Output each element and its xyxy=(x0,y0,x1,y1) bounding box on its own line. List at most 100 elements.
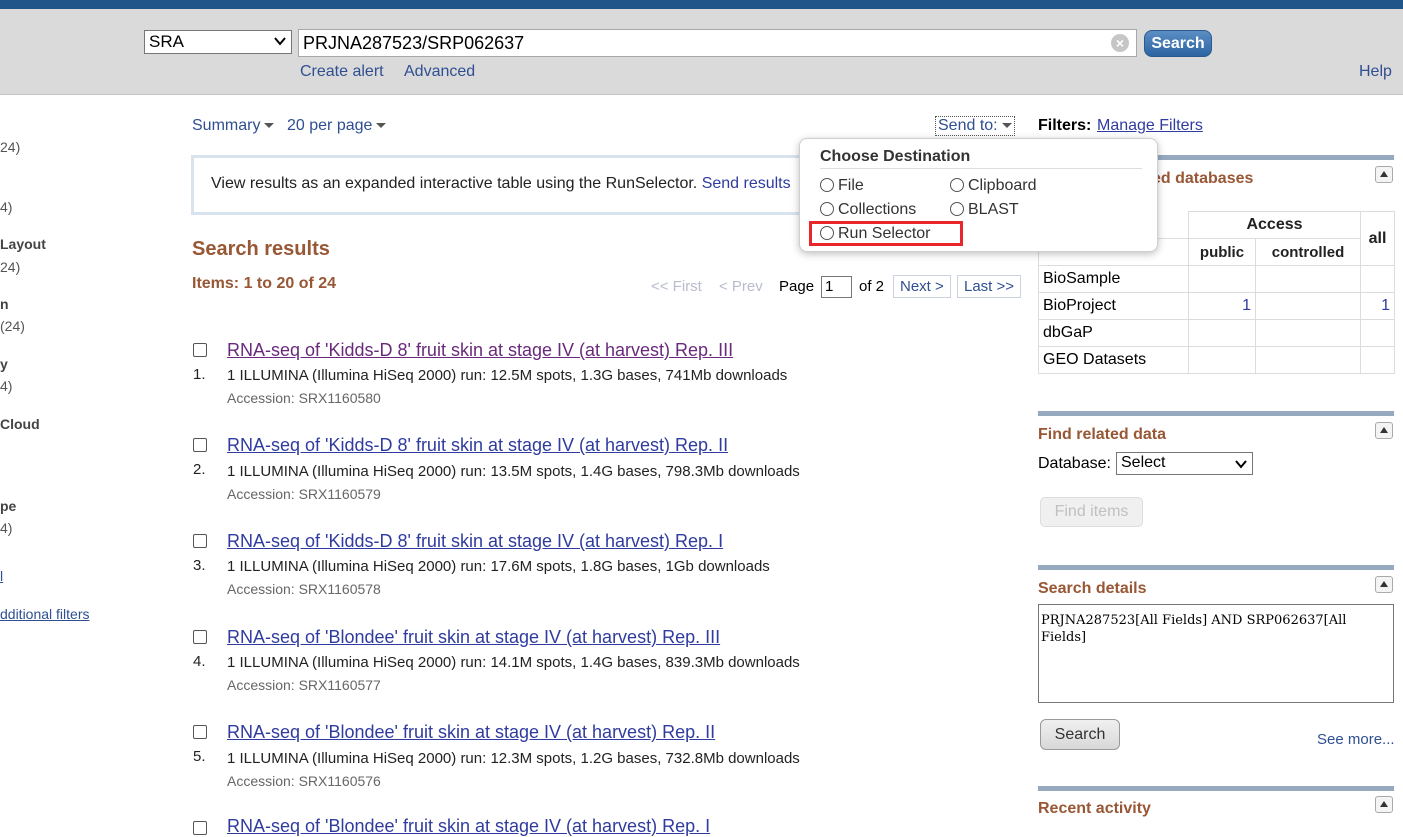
run-selector-highlight-box xyxy=(809,221,963,246)
result-accession: Accession: SRX1160576 xyxy=(227,773,381,789)
result-title-link[interactable]: RNA-seq of 'Blondee' fruit skin at stage… xyxy=(227,722,715,743)
advanced-link[interactable]: Advanced xyxy=(404,63,475,81)
top-banner xyxy=(0,0,1403,9)
left-filter-heading: Layout xyxy=(0,236,46,252)
collapse-icon[interactable] xyxy=(1375,422,1393,439)
left-filter-count[interactable]: 24) xyxy=(0,259,20,275)
run-selector-info-box: View results as an expanded interactive … xyxy=(191,155,807,215)
left-filter-count[interactable]: (24) xyxy=(0,318,25,334)
format-dropdown[interactable]: Summary xyxy=(192,117,275,135)
popup-title: Choose Destination xyxy=(820,148,971,165)
clipboard-radio[interactable] xyxy=(950,178,964,192)
all-count xyxy=(1360,265,1395,293)
left-filter-heading: pe xyxy=(0,498,17,514)
pager-last[interactable]: Last >> xyxy=(957,275,1022,298)
find-related-title: Find related data xyxy=(1038,426,1167,443)
search-button[interactable]: Search xyxy=(1144,30,1212,57)
left-filter-count[interactable]: 4) xyxy=(0,378,12,394)
search-input-value: PRJNA287523/SRP062637 xyxy=(303,33,525,53)
popup-divider xyxy=(820,168,1142,169)
left-clear-link[interactable]: l xyxy=(0,568,3,584)
result-title-link[interactable]: RNA-seq of 'Kidds-D 8' fruit skin at sta… xyxy=(227,531,723,552)
additional-filters-link[interactable]: dditional filters xyxy=(0,606,90,622)
result-description: 1 ILLUMINA (Illumina HiSeq 2000) run: 17… xyxy=(227,558,770,575)
caret-down-icon xyxy=(1001,123,1012,129)
manage-filters-link[interactable]: Manage Filters xyxy=(1097,117,1203,135)
all-count xyxy=(1360,319,1395,347)
pager-prev: < Prev xyxy=(719,278,763,295)
result-accession: Accession: SRX1160577 xyxy=(227,677,381,693)
find-items-button[interactable]: Find items xyxy=(1040,497,1143,527)
database-label: Database: xyxy=(1038,455,1111,472)
file-radio[interactable] xyxy=(820,178,834,192)
result-checkbox[interactable] xyxy=(193,343,207,357)
all-count-link[interactable]: 1 xyxy=(1381,297,1390,314)
all-count xyxy=(1360,346,1395,374)
see-more-link[interactable]: See more... xyxy=(1317,731,1395,748)
result-accession: Accession: SRX1160578 xyxy=(227,581,381,597)
db-name: GEO Datasets xyxy=(1038,346,1189,374)
search-input[interactable]: PRJNA287523/SRP062637 xyxy=(298,29,1137,57)
send-to-dropdown[interactable]: Send to: xyxy=(935,116,1015,136)
db-name: dbGaP xyxy=(1038,319,1189,347)
all-header: all xyxy=(1360,211,1395,266)
left-filter-count[interactable]: 4) xyxy=(0,199,12,215)
result-number: 2. xyxy=(193,461,206,478)
search-details-search-button[interactable]: Search xyxy=(1040,719,1120,750)
result-checkbox[interactable] xyxy=(193,821,207,835)
collapse-icon[interactable] xyxy=(1375,166,1393,183)
result-number: 1. xyxy=(193,366,206,383)
caret-down-icon xyxy=(264,123,275,129)
collapse-icon[interactable] xyxy=(1375,576,1393,593)
create-alert-link[interactable]: Create alert xyxy=(300,63,384,81)
send-to-label: Send to: xyxy=(938,117,998,134)
result-title-link[interactable]: RNA-seq of 'Kidds-D 8' fruit skin at sta… xyxy=(227,340,733,361)
result-checkbox[interactable] xyxy=(193,438,207,452)
filters-label: Filters: xyxy=(1038,117,1092,134)
result-description: 1 ILLUMINA (Illumina HiSeq 2000) run: 14… xyxy=(227,654,800,671)
file-radio-label[interactable]: File xyxy=(838,177,864,195)
result-accession: Accession: SRX1160579 xyxy=(227,486,381,502)
clear-icon[interactable]: × xyxy=(1111,34,1129,52)
related-database-select[interactable]: Select xyxy=(1116,452,1253,475)
collapse-icon[interactable] xyxy=(1375,796,1393,813)
clipboard-radio-label[interactable]: Clipboard xyxy=(968,177,1036,195)
items-count: Items: 1 to 20 of 24 xyxy=(192,275,337,292)
result-checkbox[interactable] xyxy=(193,630,207,644)
controlled-count xyxy=(1255,265,1361,293)
results-heading: Search results xyxy=(192,238,330,260)
send-results-link[interactable]: Send results xyxy=(702,175,791,192)
public-count-link[interactable]: 1 xyxy=(1242,297,1251,314)
result-number: 3. xyxy=(193,557,206,574)
result-description: 1 ILLUMINA (Illumina HiSeq 2000) run: 12… xyxy=(227,367,788,384)
collections-radio[interactable] xyxy=(820,202,834,216)
blast-radio-label[interactable]: BLAST xyxy=(968,201,1019,219)
chevron-down-icon xyxy=(274,37,286,46)
left-filter-count[interactable]: 4) xyxy=(0,520,12,536)
result-title-link[interactable]: RNA-seq of 'Kidds-D 8' fruit skin at sta… xyxy=(227,435,728,456)
per-page-dropdown[interactable]: 20 per page xyxy=(287,117,387,135)
result-number: 5. xyxy=(193,748,206,765)
database-select-value: SRA xyxy=(149,32,184,51)
per-page-label: 20 per page xyxy=(287,117,373,134)
result-checkbox[interactable] xyxy=(193,534,207,548)
collections-radio-label[interactable]: Collections xyxy=(838,201,916,219)
controlled-count xyxy=(1255,292,1361,320)
result-accession: Accession: SRX1160580 xyxy=(227,390,381,406)
search-details-textarea[interactable]: PRJNA287523[All Fields] AND SRP062637[Al… xyxy=(1038,604,1394,703)
database-select[interactable]: SRA xyxy=(144,30,292,54)
portlet-divider xyxy=(1038,786,1394,791)
result-title-link[interactable]: RNA-seq of 'Blondee' fruit skin at stage… xyxy=(227,627,720,648)
result-number: 4. xyxy=(193,653,206,670)
blast-radio[interactable] xyxy=(950,202,964,216)
result-title-link[interactable]: RNA-seq of 'Blondee' fruit skin at stage… xyxy=(227,816,710,837)
page-number-input[interactable]: 1 xyxy=(821,276,852,298)
pager-next[interactable]: Next > xyxy=(893,275,951,298)
portlet-divider xyxy=(1038,565,1394,570)
result-checkbox[interactable] xyxy=(193,725,207,739)
left-filter-heading: Cloud xyxy=(0,416,40,432)
help-link[interactable]: Help xyxy=(1359,63,1392,81)
left-filter-count[interactable]: 24) xyxy=(0,139,20,155)
result-description: 1 ILLUMINA (Illumina HiSeq 2000) run: 13… xyxy=(227,463,800,480)
info-text: View results as an expanded interactive … xyxy=(211,175,698,192)
